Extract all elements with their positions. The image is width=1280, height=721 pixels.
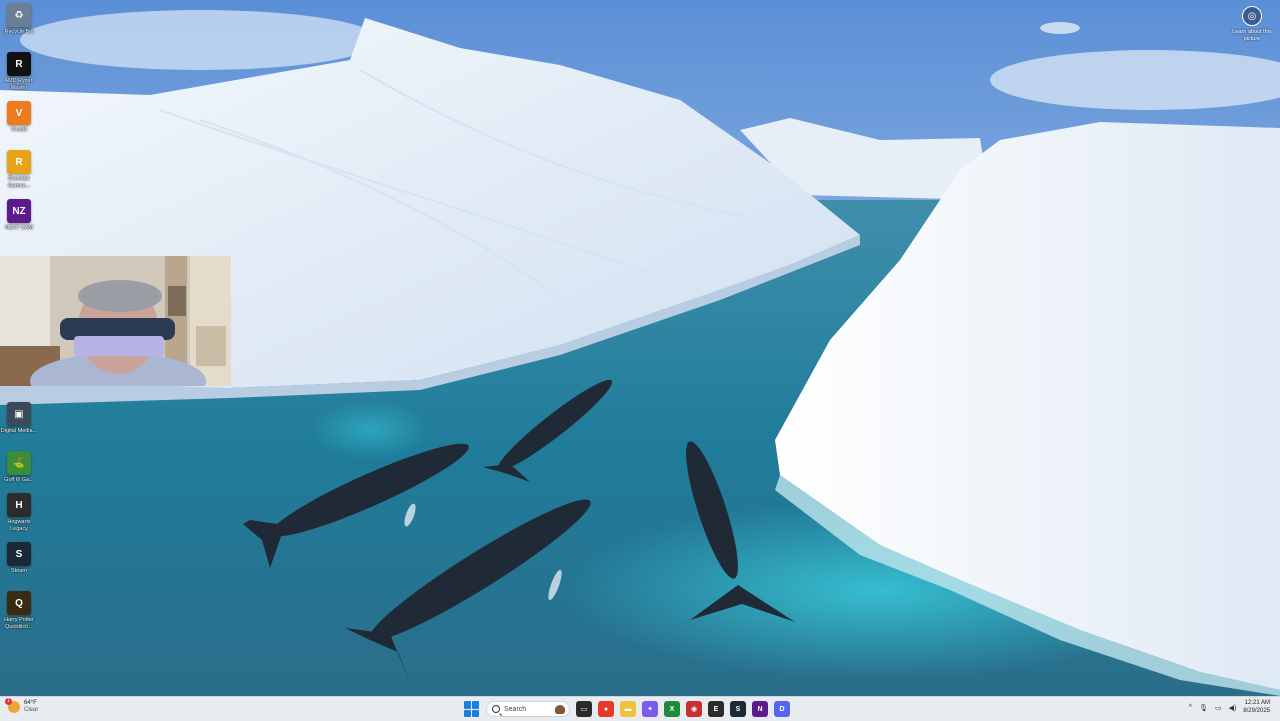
- rockstar-icon: R: [7, 150, 31, 174]
- nzxt-taskbar-icon[interactable]: N: [752, 701, 768, 717]
- webcam-overlay: [0, 256, 231, 386]
- game-launcher-icon[interactable]: ◉: [686, 701, 702, 717]
- golf-icon: ⛳: [7, 451, 31, 475]
- desktop-icon-label: NZXT CAM: [4, 225, 33, 231]
- desktop-icon-label: Vivaldi: [10, 127, 28, 133]
- desktop-icon[interactable]: ▣ Digital Media...: [0, 402, 38, 435]
- file-explorer-icon[interactable]: ▬: [620, 701, 636, 717]
- quidditch-icon: Q: [7, 591, 31, 615]
- weather-icon: 1: [5, 698, 20, 713]
- camera-icon: ◎: [1242, 6, 1262, 26]
- tray-overflow-chevron-icon[interactable]: ^: [1189, 704, 1192, 711]
- media-icon: ▣: [7, 402, 31, 426]
- discord-icon[interactable]: D: [774, 701, 790, 717]
- desktop-icon[interactable]: Q Harry Potter Quidditch...: [2, 591, 36, 630]
- copilot-icon[interactable]: ✦: [642, 701, 658, 717]
- volume-icon[interactable]: ◀): [1229, 704, 1237, 712]
- search-highlight-icon: [555, 705, 565, 714]
- recycle-bin-icon: ♻: [7, 3, 31, 27]
- learn-about-label: Learn about this picture: [1232, 29, 1272, 42]
- system-tray: ^ 🎙 ▭ ◀) 12:21 AM 8/29/2025: [1189, 700, 1270, 715]
- ryzen-master-icon: R: [7, 52, 31, 76]
- steam-taskbar-icon[interactable]: S: [730, 701, 746, 717]
- desktop-icon-label: Steam: [11, 568, 27, 574]
- desktop-icon[interactable]: H Hogwarts Legacy: [2, 493, 36, 532]
- desktop-icon-label: Digital Media...: [0, 428, 38, 434]
- desktop-icon-label: Rockstar Games...: [7, 176, 31, 189]
- search-icon: [492, 705, 500, 713]
- desktop-icon-label: Golf It! Ga...: [4, 477, 34, 483]
- clock-time: 12:21 AM: [1244, 700, 1270, 706]
- notification-badge: 1: [5, 698, 12, 705]
- desktop-icon-label: AMD Ryzen Master: [4, 78, 34, 91]
- vivaldi-icon: V: [7, 101, 31, 125]
- desktop-icon[interactable]: R Rockstar Games...: [2, 150, 36, 189]
- webcam-feed-image: [0, 256, 231, 386]
- desktop-icon[interactable]: ♻ Recycle Bin: [2, 3, 36, 36]
- start-button[interactable]: [464, 701, 480, 717]
- steam-icon: S: [7, 542, 31, 566]
- epic-games-icon[interactable]: E: [708, 701, 724, 717]
- xbox-icon[interactable]: X: [664, 701, 680, 717]
- desktop-icon[interactable]: S Steam: [2, 542, 36, 575]
- microphone-icon[interactable]: 🎙: [1199, 704, 1208, 712]
- desktop-icon[interactable]: ⛳ Golf It! Ga...: [2, 451, 36, 484]
- task-view-icon[interactable]: ▭: [576, 701, 592, 717]
- desktop-icon-label: Hogwarts Legacy: [7, 519, 31, 532]
- weather-temp: 64°F: [24, 700, 37, 706]
- desktop-icon[interactable]: NZ NZXT CAM: [2, 199, 36, 232]
- learn-about-picture-button[interactable]: ◎ Learn about this picture: [1230, 6, 1274, 42]
- network-icon[interactable]: ▭: [1215, 704, 1222, 712]
- desktop-icon[interactable]: R AMD Ryzen Master: [2, 52, 36, 91]
- search-placeholder: Search: [504, 705, 527, 713]
- chrome-icon[interactable]: ●: [598, 701, 614, 717]
- hogwarts-legacy-icon: H: [7, 493, 31, 517]
- weather-condition: Clear: [24, 707, 39, 713]
- taskbar-center: Search ▭ ● ▬ ✦ X ◉ E S N D: [464, 699, 790, 719]
- weather-widget[interactable]: 1 64°F Clear: [5, 698, 39, 714]
- desktop-icon[interactable]: V Vivaldi: [2, 101, 36, 134]
- desktop-icon-label: Harry Potter Quidditch...: [4, 617, 34, 630]
- taskbar-search[interactable]: Search: [486, 701, 570, 717]
- clock-date: 8/29/2025: [1243, 707, 1270, 714]
- taskbar: 1 64°F Clear Search ▭ ● ▬ ✦ X ◉ E S N D ^ 🎙 ▭ ◀) …: [0, 696, 1280, 721]
- desktop-icon-label: Recycle Bin: [4, 29, 34, 35]
- clock[interactable]: 12:21 AM 8/29/2025: [1243, 700, 1270, 715]
- windows-logo-icon: [464, 701, 471, 709]
- nzxt-cam-icon: NZ: [7, 199, 31, 223]
